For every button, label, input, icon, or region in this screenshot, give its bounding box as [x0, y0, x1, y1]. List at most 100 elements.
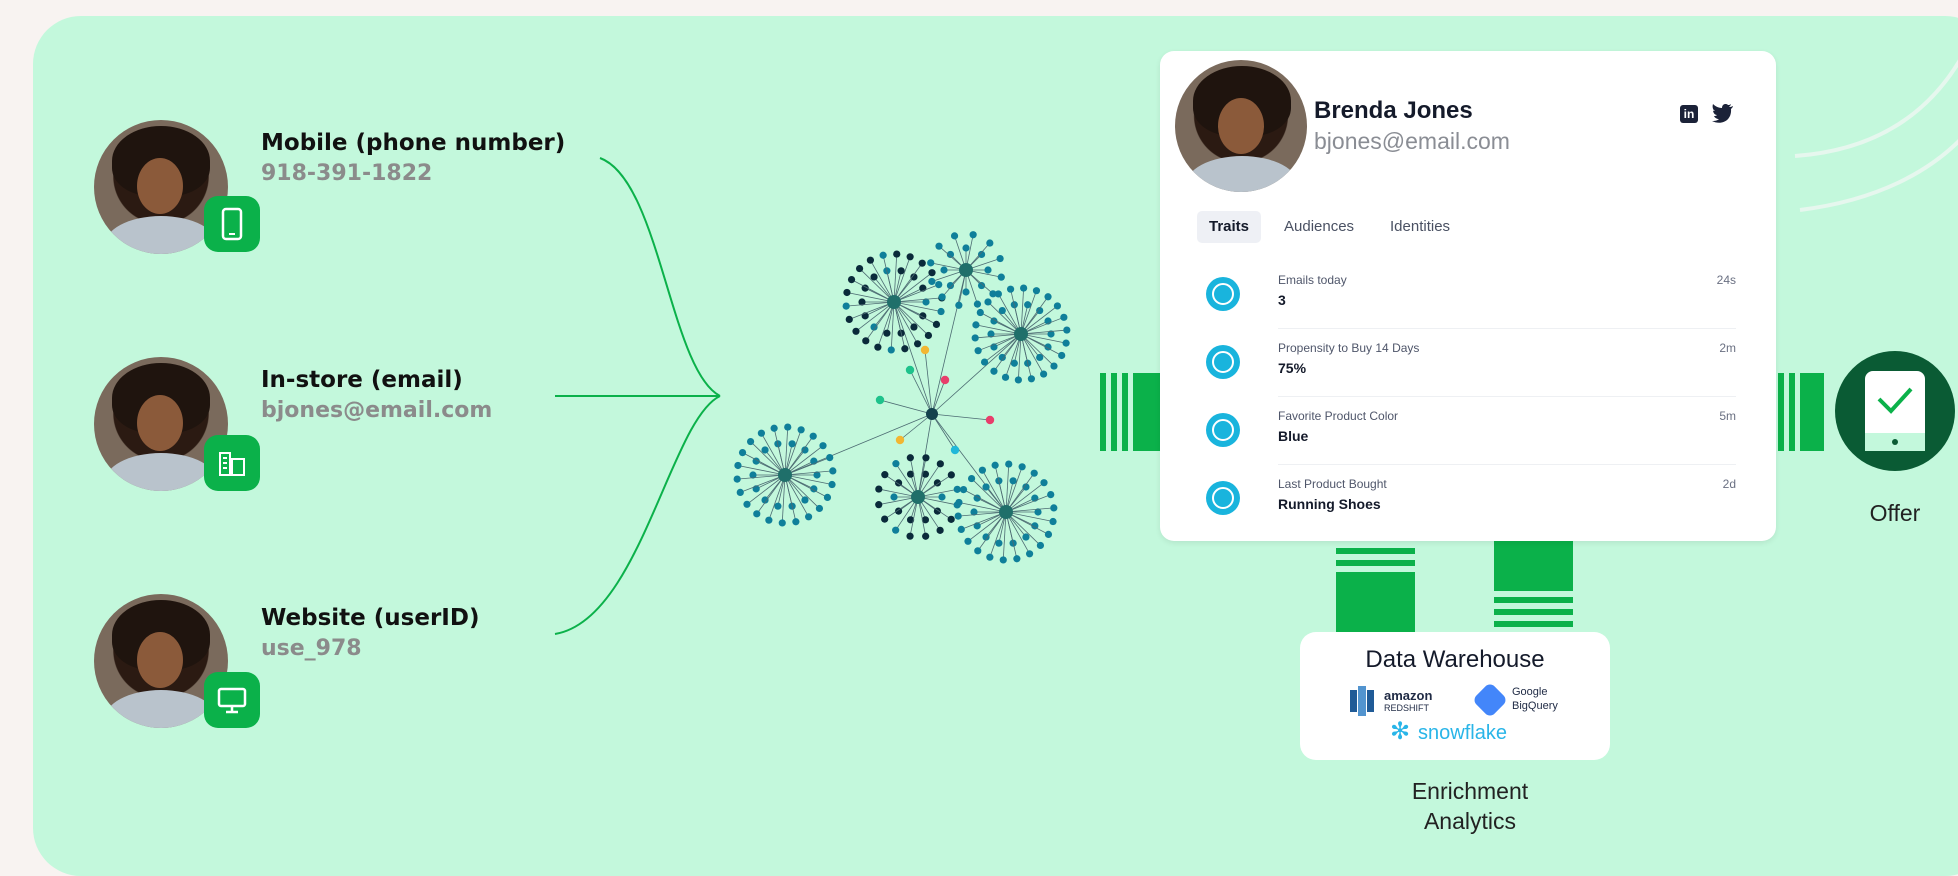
graph-node [928, 277, 936, 286]
graph-node [999, 556, 1007, 564]
graph-node [1040, 370, 1048, 378]
graph-node [940, 375, 950, 385]
graph-node [804, 513, 813, 521]
graph-node [845, 315, 853, 324]
graph-node [991, 461, 999, 469]
graph-node [1027, 375, 1036, 383]
merge-connector [554, 157, 721, 635]
graph-node [1030, 469, 1038, 477]
graph-node [932, 320, 941, 329]
graph-node [901, 345, 909, 353]
graph-node [1032, 287, 1041, 295]
graph-node [875, 485, 883, 493]
graph-node [984, 266, 992, 274]
graph-node [881, 471, 889, 479]
avatar [1175, 60, 1307, 192]
linkedin-icon[interactable]: in [1680, 105, 1698, 123]
enrichment-label: Enrichment [1411, 778, 1529, 804]
graph-node [797, 426, 805, 434]
graph-node [753, 510, 761, 518]
graph-node [906, 454, 914, 462]
graph-node [809, 432, 817, 440]
graph-node [913, 340, 922, 348]
graph-node [819, 442, 827, 450]
graph-node [1063, 326, 1071, 334]
twitter-icon[interactable] [1712, 103, 1734, 128]
divider [1278, 396, 1736, 397]
graph-node [1036, 541, 1045, 550]
graph-node [778, 519, 786, 527]
graph-node [743, 500, 751, 508]
graph-node [823, 493, 832, 502]
divider [1278, 328, 1736, 329]
graph-node [875, 395, 885, 405]
graph-node [893, 250, 901, 258]
graph-node [843, 288, 851, 297]
graph-node [1006, 285, 1015, 293]
graph-node [976, 308, 984, 317]
graph-node [866, 256, 875, 264]
tab-traits[interactable]: Traits [1197, 211, 1262, 243]
graph-node [883, 329, 891, 337]
trait-value: Running Shoes [1278, 496, 1381, 512]
graph-node [906, 532, 914, 540]
graph-edge [846, 292, 895, 303]
graph-node [881, 515, 889, 523]
graph-node [1044, 293, 1052, 301]
trait-label: Favorite Product Color [1278, 409, 1399, 423]
data-warehouse-card: Data Warehouse amazon REDSHIFT Google Bi… [1300, 632, 1610, 760]
graph-node [995, 539, 1003, 547]
graph-node [862, 337, 870, 345]
graph-node [973, 300, 982, 308]
trait-time: 2d [1722, 477, 1736, 491]
redshift-logo-subtext: REDSHIFT [1384, 703, 1429, 713]
graph-node [980, 358, 989, 366]
graph-node [1050, 504, 1058, 512]
graph-node [938, 293, 946, 301]
graph-hub-node [926, 408, 938, 420]
tab-audiences[interactable]: Audiences [1272, 211, 1366, 243]
user-icon [1206, 345, 1240, 379]
graph-node [982, 483, 990, 491]
trait-value: 3 [1278, 292, 1286, 308]
graph-node [1040, 479, 1048, 487]
graph-node [957, 525, 965, 534]
graph-edge [784, 474, 833, 485]
graph-node [985, 415, 995, 425]
graph-edge [893, 301, 942, 312]
graph-node [910, 323, 918, 331]
profile-email: bjones@email.com [1314, 128, 1510, 154]
graph-node [875, 501, 883, 509]
graph-node [870, 273, 878, 281]
graph-node [1058, 351, 1066, 360]
graph-node [950, 232, 959, 240]
graph-node [920, 345, 930, 355]
graph-edge [958, 502, 1007, 513]
graph-node [1022, 533, 1030, 541]
trait-time: 24s [1716, 273, 1736, 287]
graph-node [1005, 460, 1013, 468]
profile-name: Brenda Jones [1314, 97, 1473, 124]
graph-node [828, 480, 836, 489]
graph-node [936, 460, 944, 468]
graph-node [879, 251, 887, 259]
graph-node [829, 467, 837, 475]
graph-node [892, 526, 900, 534]
graph-edge [909, 369, 933, 415]
graph-node [897, 267, 905, 275]
graph-node [953, 485, 961, 493]
profile-card: Brenda Jones bjones@email.com in Traits … [1160, 51, 1776, 541]
graph-node [950, 445, 960, 455]
graph-edge [737, 465, 786, 476]
graph-node [962, 288, 970, 296]
graph-node [935, 242, 943, 250]
graph-node [935, 280, 943, 289]
graph-node [971, 334, 979, 342]
graph-hub-node [999, 505, 1013, 519]
graph-node [1025, 550, 1034, 558]
graph-node [874, 343, 882, 351]
redshift-logo [1350, 684, 1380, 721]
graph-node [936, 526, 944, 534]
tab-identities[interactable]: Identities [1378, 211, 1462, 243]
graph-node [1009, 477, 1017, 485]
